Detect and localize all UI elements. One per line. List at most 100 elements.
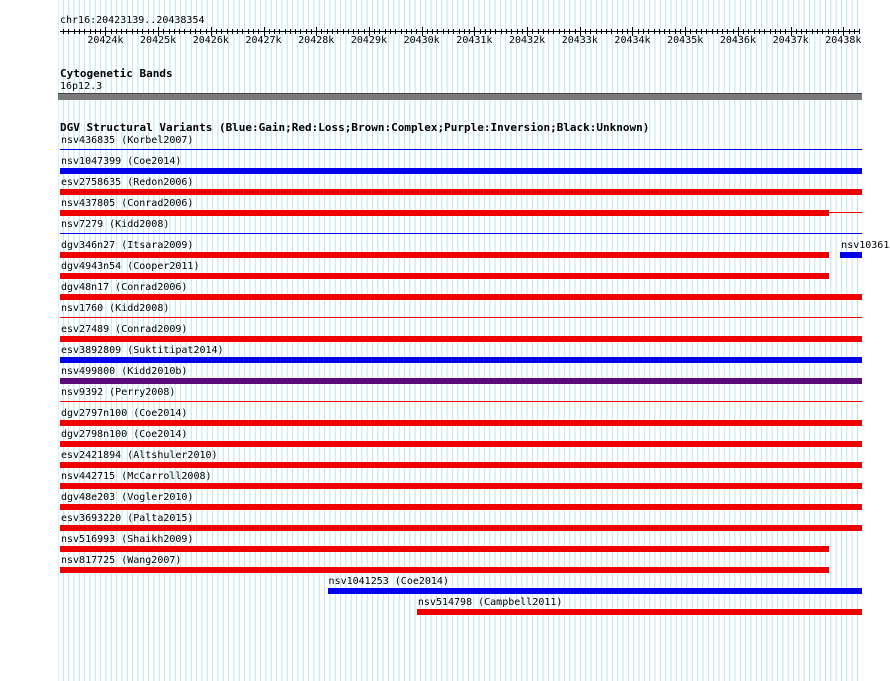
variant-label[interactable]: nsv1036111 [841, 240, 890, 251]
minor-tick [753, 29, 755, 34]
variant-feature[interactable] [60, 546, 829, 552]
minor-tick [500, 29, 502, 34]
variant-feature[interactable] [60, 401, 862, 402]
minor-tick [548, 29, 550, 34]
minor-tick [643, 29, 645, 34]
minor-tick [716, 29, 718, 34]
variant-label[interactable]: dgv346n27 (Itsara2009) [61, 240, 193, 251]
minor-tick [289, 29, 291, 34]
minor-tick [89, 29, 91, 34]
cytoband-bar[interactable] [58, 93, 862, 100]
minor-tick [226, 29, 228, 34]
variant-label[interactable]: esv3693220 (Palta2015) [61, 513, 193, 524]
variant-feature[interactable] [60, 317, 862, 318]
minor-tick [84, 29, 86, 34]
tick-label: 20427k [245, 35, 282, 46]
minor-tick [853, 29, 855, 34]
tick-label: 20433k [561, 35, 598, 46]
variant-label[interactable]: nsv514798 (Campbell2011) [418, 597, 563, 608]
variant-feature[interactable] [60, 294, 862, 300]
minor-tick [131, 29, 133, 34]
minor-tick [537, 29, 539, 34]
minor-tick [574, 29, 576, 34]
minor-tick [595, 29, 597, 34]
variant-feature[interactable] [60, 252, 829, 258]
variant-feature[interactable] [60, 189, 862, 195]
minor-tick [616, 29, 618, 34]
tick-label: 20430k [403, 35, 440, 46]
minor-tick [611, 29, 613, 34]
variant-label[interactable]: esv2758635 (Redon2006) [61, 177, 193, 188]
variant-label[interactable]: nsv442715 (McCarroll2008) [61, 471, 212, 482]
variant-label[interactable]: esv27489 (Conrad2009) [61, 324, 187, 335]
cytoband-label: 16p12.3 [60, 81, 103, 92]
minor-tick [121, 29, 123, 34]
variant-feature[interactable] [60, 441, 862, 447]
dgv-track-title: DGV Structural Variants (Blue:Gain;Red:L… [60, 121, 650, 134]
variant-label[interactable]: dgv48e203 (Vogler2010) [61, 492, 193, 503]
variant-label[interactable]: nsv817725 (Wang2007) [61, 555, 181, 566]
variant-label[interactable]: dgv4943n54 (Cooper2011) [61, 261, 199, 272]
minor-tick [284, 29, 286, 34]
minor-tick [658, 29, 660, 34]
variant-label[interactable]: esv2421894 (Altshuler2010) [61, 450, 218, 461]
minor-tick [637, 29, 639, 34]
minor-tick [179, 29, 181, 34]
variant-feature[interactable] [60, 378, 862, 384]
variant-label[interactable]: nsv7279 (Kidd2008) [61, 219, 169, 230]
variant-label[interactable]: nsv1047399 (Coe2014) [61, 156, 181, 167]
minor-tick [590, 29, 592, 34]
variant-label[interactable]: dgv2797n100 (Coe2014) [61, 408, 187, 419]
variant-feature[interactable] [60, 168, 862, 174]
variant-feature[interactable] [60, 233, 862, 234]
cytoband-track-title: Cytogenetic Bands [60, 67, 173, 80]
minor-tick [305, 29, 307, 34]
tick-label: 20431k [456, 35, 493, 46]
variant-label[interactable]: nsv516993 (Shaikh2009) [61, 534, 193, 545]
position-label: chr16:20423139..20438354 [60, 15, 205, 26]
variant-label[interactable]: nsv436835 (Korbel2007) [61, 135, 193, 146]
variant-label[interactable]: dgv48n17 (Conrad2006) [61, 282, 187, 293]
variant-feature[interactable] [840, 252, 862, 258]
minor-tick [563, 29, 565, 34]
variant-feature[interactable] [60, 567, 829, 573]
minor-tick [342, 29, 344, 34]
variant-feature[interactable] [60, 210, 829, 216]
variant-label[interactable]: dgv2798n100 (Coe2014) [61, 429, 187, 440]
variant-feature[interactable] [60, 483, 862, 489]
variant-feature[interactable] [60, 504, 862, 510]
tick-label: 20435k [667, 35, 704, 46]
minor-tick [479, 29, 481, 34]
variant-feature[interactable] [60, 420, 862, 426]
variant-label[interactable]: nsv9392 (Perry2008) [61, 387, 175, 398]
minor-tick [374, 29, 376, 34]
minor-tick [774, 29, 776, 34]
minor-tick [764, 29, 766, 34]
minor-tick [669, 29, 671, 34]
variant-label[interactable]: nsv1760 (Kidd2008) [61, 303, 169, 314]
minor-tick [490, 29, 492, 34]
variant-feature[interactable] [327, 588, 862, 594]
variant-feature[interactable] [416, 609, 862, 615]
minor-tick [827, 29, 829, 34]
minor-tick [379, 29, 381, 34]
variant-feature[interactable] [60, 525, 862, 531]
variant-feature[interactable] [60, 336, 862, 342]
minor-tick [258, 29, 260, 34]
variant-feature[interactable] [60, 357, 862, 363]
variant-feature[interactable] [60, 273, 829, 279]
variant-label[interactable]: nsv1041253 (Coe2014) [329, 576, 449, 587]
minor-tick [326, 29, 328, 34]
minor-tick [147, 29, 149, 34]
variant-label[interactable]: nsv499800 (Kidd2010b) [61, 366, 187, 377]
variant-feature[interactable] [60, 462, 862, 468]
minor-tick [532, 29, 534, 34]
variant-label[interactable]: esv3892809 (Suktitipat2014) [61, 345, 224, 356]
minor-tick [168, 29, 170, 34]
minor-tick [521, 29, 523, 34]
variant-feature[interactable] [60, 149, 862, 150]
variant-label[interactable]: nsv437805 (Conrad2006) [61, 198, 193, 209]
minor-tick [416, 29, 418, 34]
minor-tick [268, 29, 270, 34]
minor-tick [469, 29, 471, 34]
